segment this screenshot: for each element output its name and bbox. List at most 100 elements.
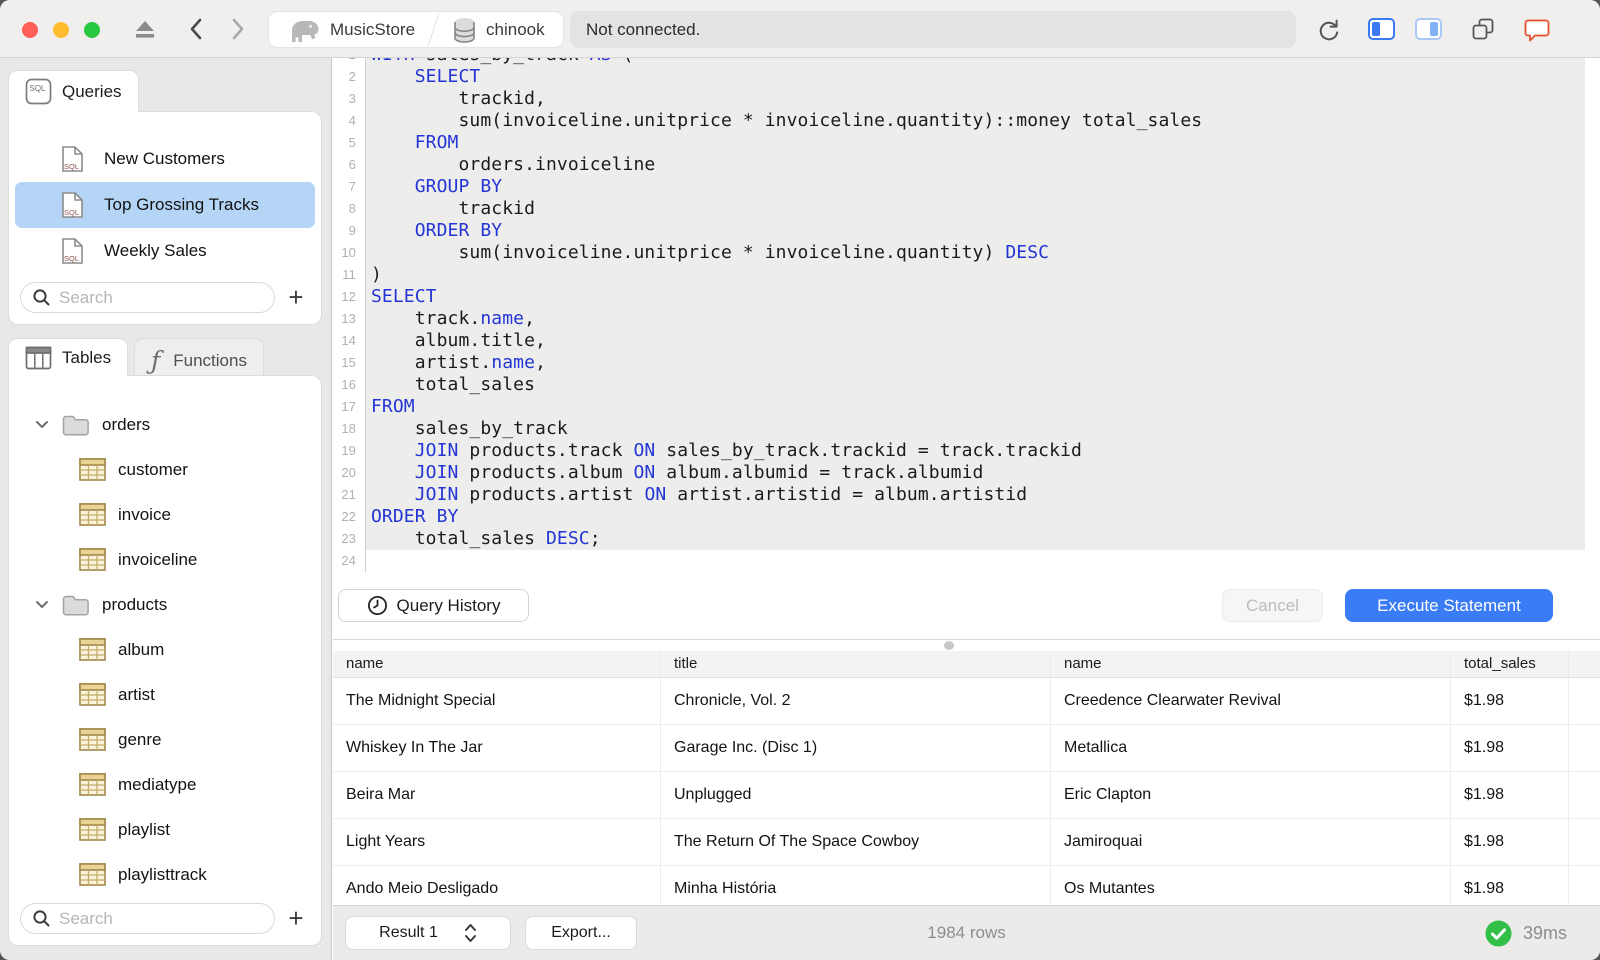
results-splitter[interactable]: [333, 639, 1600, 651]
table-row[interactable]: Beira Mar Unplugged Eric Clapton $1.98: [333, 772, 1600, 819]
clock-icon: [367, 595, 387, 616]
column-header[interactable]: [1569, 651, 1600, 677]
database-icon: [454, 17, 475, 43]
table-cell[interactable]: $1.98: [1451, 678, 1569, 724]
table-cell[interactable]: Os Mutantes: [1051, 866, 1451, 905]
tree-item-orders[interactable]: orders: [9, 402, 321, 447]
table-cell[interactable]: Garage Inc. (Disc 1): [661, 725, 1051, 771]
tree-item-album[interactable]: album: [9, 627, 321, 672]
tables-search-input[interactable]: Search: [20, 903, 275, 934]
minimize-window-button[interactable]: [53, 22, 69, 38]
column-header[interactable]: total_sales: [1451, 651, 1569, 677]
tree-item-label: invoice: [118, 504, 171, 524]
table-icon: [79, 548, 106, 571]
tree-item-label: playlist: [118, 819, 170, 839]
table-row[interactable]: The Midnight Special Chronicle, Vol. 2 Cre…: [333, 678, 1600, 725]
forward-icon[interactable]: [226, 17, 248, 41]
table-cell[interactable]: [1569, 772, 1600, 818]
query-history-button[interactable]: Query History: [338, 589, 529, 622]
code-line: 9 ORDER BY: [333, 220, 1600, 242]
tree-item-label: invoiceline: [118, 549, 198, 569]
chevron-down-icon: [36, 421, 48, 428]
reload-icon[interactable]: [1316, 17, 1341, 42]
tab-tables[interactable]: Tables: [8, 338, 129, 376]
tab-queries[interactable]: SQL Queries: [8, 70, 139, 112]
table-cell[interactable]: Unplugged: [661, 772, 1051, 818]
chat-icon[interactable]: [1524, 18, 1550, 42]
tree-item-products[interactable]: products: [9, 582, 321, 627]
zoom-window-button[interactable]: [84, 22, 100, 38]
eject-icon[interactable]: [133, 17, 157, 41]
sql-box-icon: SQL: [25, 78, 52, 105]
tree-item-playlisttrack[interactable]: playlisttrack: [9, 852, 321, 897]
tree-item-playlist[interactable]: playlist: [9, 807, 321, 852]
table-cell[interactable]: $1.98: [1451, 772, 1569, 818]
app-window: MusicStore chinook Not connected. SQL Qu…: [0, 0, 1600, 960]
line-number: 11: [333, 264, 366, 286]
column-header[interactable]: name: [333, 651, 661, 677]
tree-item-mediatype[interactable]: mediatype: [9, 762, 321, 807]
table-icon: [79, 683, 106, 706]
table-row[interactable]: Whiskey In The Jar Garage Inc. (Disc 1) Me…: [333, 725, 1600, 772]
table-cell[interactable]: [1569, 866, 1600, 905]
close-window-button[interactable]: [22, 22, 38, 38]
tree-item-artist[interactable]: artist: [9, 672, 321, 717]
table-cell[interactable]: Light Years: [333, 819, 661, 865]
column-header[interactable]: name: [1051, 651, 1451, 677]
breadcrumb-server[interactable]: MusicStore: [269, 12, 433, 47]
query-item[interactable]: SQL Top Grossing Tracks: [15, 182, 315, 228]
column-header[interactable]: title: [661, 651, 1051, 677]
tree-item-invoice[interactable]: invoice: [9, 492, 321, 537]
table-cell[interactable]: $1.98: [1451, 819, 1569, 865]
add-query-button[interactable]: +: [281, 282, 311, 313]
table-cell[interactable]: Creedence Clearwater Revival: [1051, 678, 1451, 724]
table-row[interactable]: Ando Meio Desligado Minha História Os Muta…: [333, 866, 1600, 905]
table-cell[interactable]: $1.98: [1451, 866, 1569, 905]
query-item[interactable]: SQL Weekly Sales: [15, 228, 315, 274]
table-cell[interactable]: [1569, 678, 1600, 724]
table-cell[interactable]: Whiskey In The Jar: [333, 725, 661, 771]
code-line: 16 total_sales: [333, 374, 1600, 396]
line-number: 2: [333, 66, 366, 88]
table-cell[interactable]: [1569, 725, 1600, 771]
table-cell[interactable]: Jamiroquai: [1051, 819, 1451, 865]
table-cell[interactable]: Ando Meio Desligado: [333, 866, 661, 905]
table-cell[interactable]: The Return Of The Space Cowboy: [661, 819, 1051, 865]
tree-item-label: customer: [118, 459, 188, 479]
tree-item-genre[interactable]: genre: [9, 717, 321, 762]
table-cell[interactable]: Chronicle, Vol. 2: [661, 678, 1051, 724]
sidebar-right-icon[interactable]: [1415, 18, 1442, 40]
sidebar: SQL Queries SQL New Customers SQL Top Gr…: [0, 58, 332, 960]
breadcrumb-database[interactable]: chinook: [434, 12, 563, 47]
cancel-button[interactable]: Cancel: [1222, 589, 1323, 622]
table-cell[interactable]: Eric Clapton: [1051, 772, 1451, 818]
query-duration-label: 39ms: [1522, 922, 1567, 943]
splitter-handle[interactable]: [944, 641, 954, 650]
queries-search-input[interactable]: Search: [20, 282, 275, 313]
tree-item-invoiceline[interactable]: invoiceline: [9, 537, 321, 582]
sql-editor[interactable]: 1WITH sales_by_track AS (2 SELECT3 track…: [333, 58, 1600, 581]
table-cell[interactable]: Beira Mar: [333, 772, 661, 818]
back-icon[interactable]: [186, 17, 208, 41]
results-grid: name title name total_sales The Midnight Sp…: [333, 651, 1600, 905]
table-row[interactable]: Light Years The Return Of The Space Cowbo…: [333, 819, 1600, 866]
table-cell[interactable]: The Midnight Special: [333, 678, 661, 724]
query-item[interactable]: SQL New Customers: [15, 136, 315, 182]
tree-item-customer[interactable]: customer: [9, 447, 321, 492]
line-number: 24: [333, 550, 366, 572]
query-history-label: Query History: [396, 595, 501, 615]
table-cell[interactable]: $1.98: [1451, 725, 1569, 771]
execute-statement-button[interactable]: Execute Statement: [1345, 589, 1553, 622]
svg-text:SQL: SQL: [64, 208, 79, 217]
folder-icon: [62, 415, 89, 436]
table-cell[interactable]: Metallica: [1051, 725, 1451, 771]
results-body: The Midnight Special Chronicle, Vol. 2 Cre…: [333, 678, 1600, 905]
table-cell[interactable]: Minha História: [661, 866, 1051, 905]
tree-item-label: artist: [118, 684, 155, 704]
add-table-button[interactable]: +: [281, 903, 311, 934]
tree-item-label: mediatype: [118, 774, 197, 794]
windows-icon[interactable]: [1472, 18, 1495, 41]
table-cell[interactable]: [1569, 819, 1600, 865]
line-number: 19: [333, 440, 366, 462]
sidebar-left-icon[interactable]: [1368, 18, 1395, 40]
